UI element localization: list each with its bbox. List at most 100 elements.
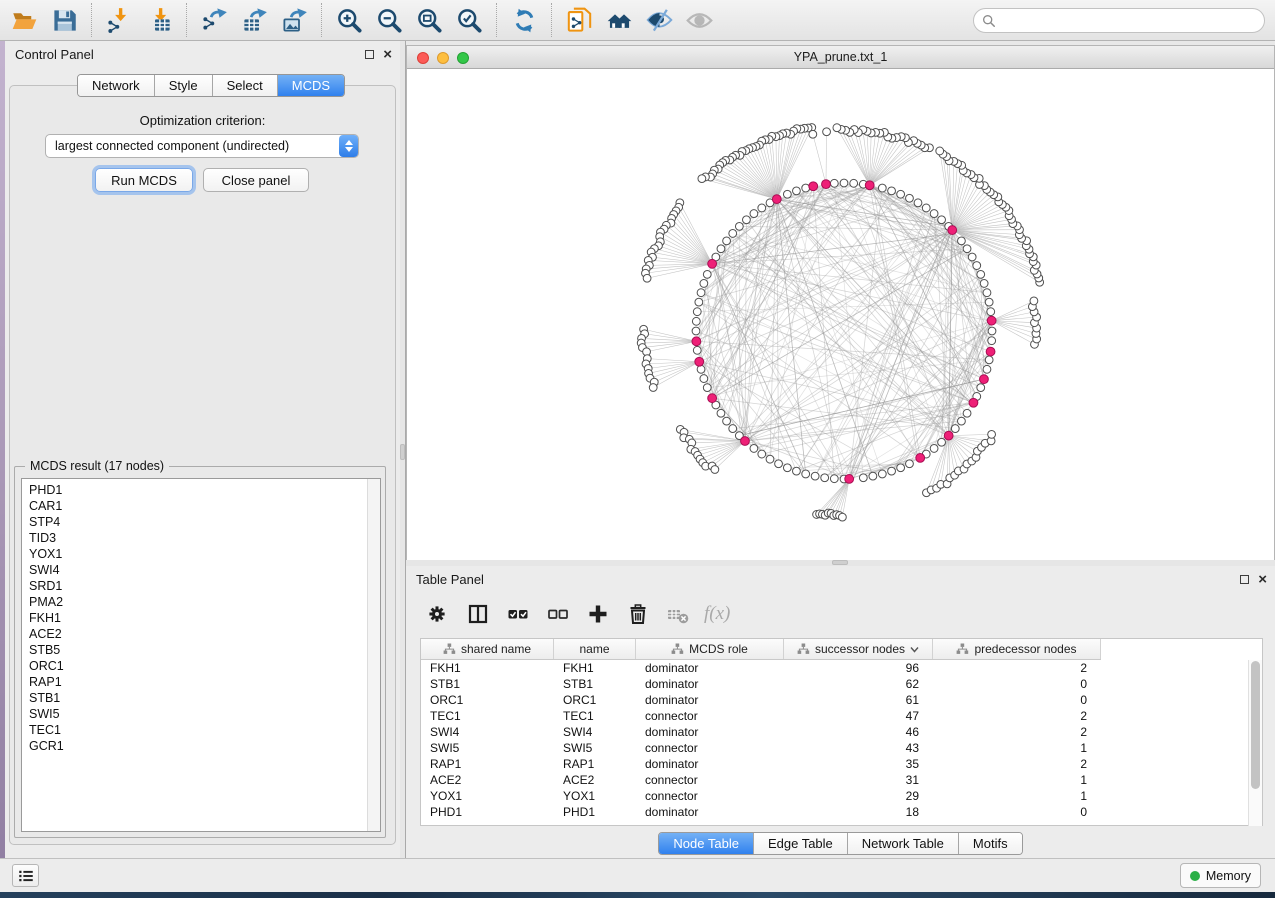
table-cell[interactable]: 2 (933, 661, 1101, 675)
selected-network-node[interactable] (822, 180, 831, 189)
table-cell[interactable]: connector (636, 709, 784, 723)
network-node[interactable] (698, 175, 706, 183)
network-node[interactable] (700, 280, 708, 288)
network-node[interactable] (793, 467, 801, 475)
table-cell[interactable]: 61 (784, 693, 933, 707)
network-node[interactable] (897, 190, 905, 198)
mcds-result-node[interactable]: STB1 (29, 690, 380, 706)
network-node[interactable] (750, 210, 758, 218)
tab-network[interactable]: Network (78, 75, 155, 96)
table-cell[interactable]: 29 (784, 789, 933, 803)
close-panel-icon[interactable]: × (1258, 575, 1267, 584)
selected-network-node[interactable] (708, 394, 717, 403)
selected-network-node[interactable] (741, 437, 750, 446)
table-row[interactable]: ACE2ACE2connector311 (421, 772, 1249, 788)
network-node[interactable] (766, 455, 774, 463)
network-node[interactable] (906, 194, 914, 202)
table-cell[interactable]: TEC1 (421, 709, 554, 723)
table-cell[interactable]: YOX1 (421, 789, 554, 803)
zoom-out-button[interactable] (369, 3, 409, 37)
selected-network-node[interactable] (772, 195, 781, 204)
mcds-result-node[interactable]: SWI5 (29, 706, 380, 722)
network-node[interactable] (888, 187, 896, 195)
tab-motifs[interactable]: Motifs (959, 833, 1022, 854)
network-node[interactable] (985, 298, 993, 306)
network-node[interactable] (983, 289, 991, 297)
import-table-disabled-button[interactable] (664, 599, 692, 629)
table-cell[interactable]: 2 (933, 757, 1101, 771)
import-network-button[interactable] (99, 3, 139, 37)
table-cell[interactable]: FKH1 (421, 661, 554, 675)
table-cell[interactable]: dominator (636, 661, 784, 675)
selected-network-node[interactable] (986, 347, 995, 356)
network-node[interactable] (958, 237, 966, 245)
network-node[interactable] (693, 308, 701, 316)
network-node[interactable] (695, 298, 703, 306)
table-cell[interactable]: dominator (636, 805, 784, 819)
tab-network-table[interactable]: Network Table (848, 833, 959, 854)
network-node[interactable] (833, 124, 841, 132)
table-cell[interactable]: PHD1 (421, 805, 554, 819)
network-node[interactable] (914, 199, 922, 207)
vertical-splitter-grip[interactable] (400, 444, 405, 460)
table-cell[interactable]: dominator (636, 757, 784, 771)
table-row[interactable]: PHD1PHD1dominator180 (421, 804, 1249, 820)
table-cell[interactable]: 18 (784, 805, 933, 819)
table-cell[interactable]: 46 (784, 725, 933, 739)
memory-button[interactable]: Memory (1180, 863, 1261, 888)
network-node[interactable] (811, 472, 819, 480)
table-cell[interactable]: SWI5 (421, 741, 554, 755)
network-node[interactable] (963, 409, 971, 417)
network-node[interactable] (692, 317, 700, 325)
table-cell[interactable]: 47 (784, 709, 933, 723)
table-cell[interactable]: 35 (784, 757, 933, 771)
network-node[interactable] (717, 409, 725, 417)
network-node[interactable] (693, 346, 701, 354)
table-cell[interactable]: 0 (933, 677, 1101, 691)
mcds-result-node[interactable]: STB5 (29, 642, 380, 658)
network-node[interactable] (743, 216, 751, 224)
network-node[interactable] (859, 474, 867, 482)
network-node[interactable] (958, 417, 966, 425)
zoom-selected-button[interactable] (449, 3, 489, 37)
selected-network-node[interactable] (980, 375, 989, 384)
network-node[interactable] (729, 230, 737, 238)
network-node[interactable] (922, 204, 930, 212)
close-panel-button[interactable]: Close panel (203, 168, 309, 192)
network-node[interactable] (823, 128, 831, 136)
zoom-in-button[interactable] (329, 3, 369, 37)
table-row[interactable]: FKH1FKH1dominator962 (421, 660, 1249, 676)
network-node[interactable] (711, 466, 719, 474)
column-header-shared-name[interactable]: shared name (421, 639, 554, 659)
network-node[interactable] (723, 417, 731, 425)
network-node[interactable] (697, 289, 705, 297)
network-node[interactable] (977, 384, 985, 392)
mcds-result-node[interactable]: PMA2 (29, 594, 380, 610)
network-node[interactable] (1030, 297, 1038, 305)
table-cell[interactable]: STB1 (421, 677, 554, 691)
network-node[interactable] (938, 216, 946, 224)
network-node[interactable] (930, 210, 938, 218)
mcds-result-node[interactable]: ACE2 (29, 626, 380, 642)
network-node[interactable] (988, 337, 996, 345)
open-file-button[interactable] (4, 3, 44, 37)
network-canvas[interactable] (407, 69, 1274, 560)
table-cell[interactable]: connector (636, 741, 784, 755)
table-cell[interactable]: connector (636, 773, 784, 787)
refresh-button[interactable] (504, 3, 544, 37)
import-table-button[interactable] (139, 3, 179, 37)
network-node[interactable] (783, 190, 791, 198)
network-node[interactable] (987, 308, 995, 316)
table-cell[interactable]: RAP1 (421, 757, 554, 771)
network-node[interactable] (723, 237, 731, 245)
network-node[interactable] (729, 425, 737, 433)
zoom-fit-button[interactable] (409, 3, 449, 37)
mcds-result-node[interactable]: SWI4 (29, 562, 380, 578)
network-node[interactable] (888, 467, 896, 475)
table-cell[interactable]: RAP1 (554, 757, 636, 771)
mcds-result-node[interactable]: CAR1 (29, 498, 380, 514)
network-node[interactable] (830, 475, 838, 483)
tab-style[interactable]: Style (155, 75, 213, 96)
network-node[interactable] (735, 222, 743, 230)
float-window-icon[interactable] (365, 50, 374, 59)
